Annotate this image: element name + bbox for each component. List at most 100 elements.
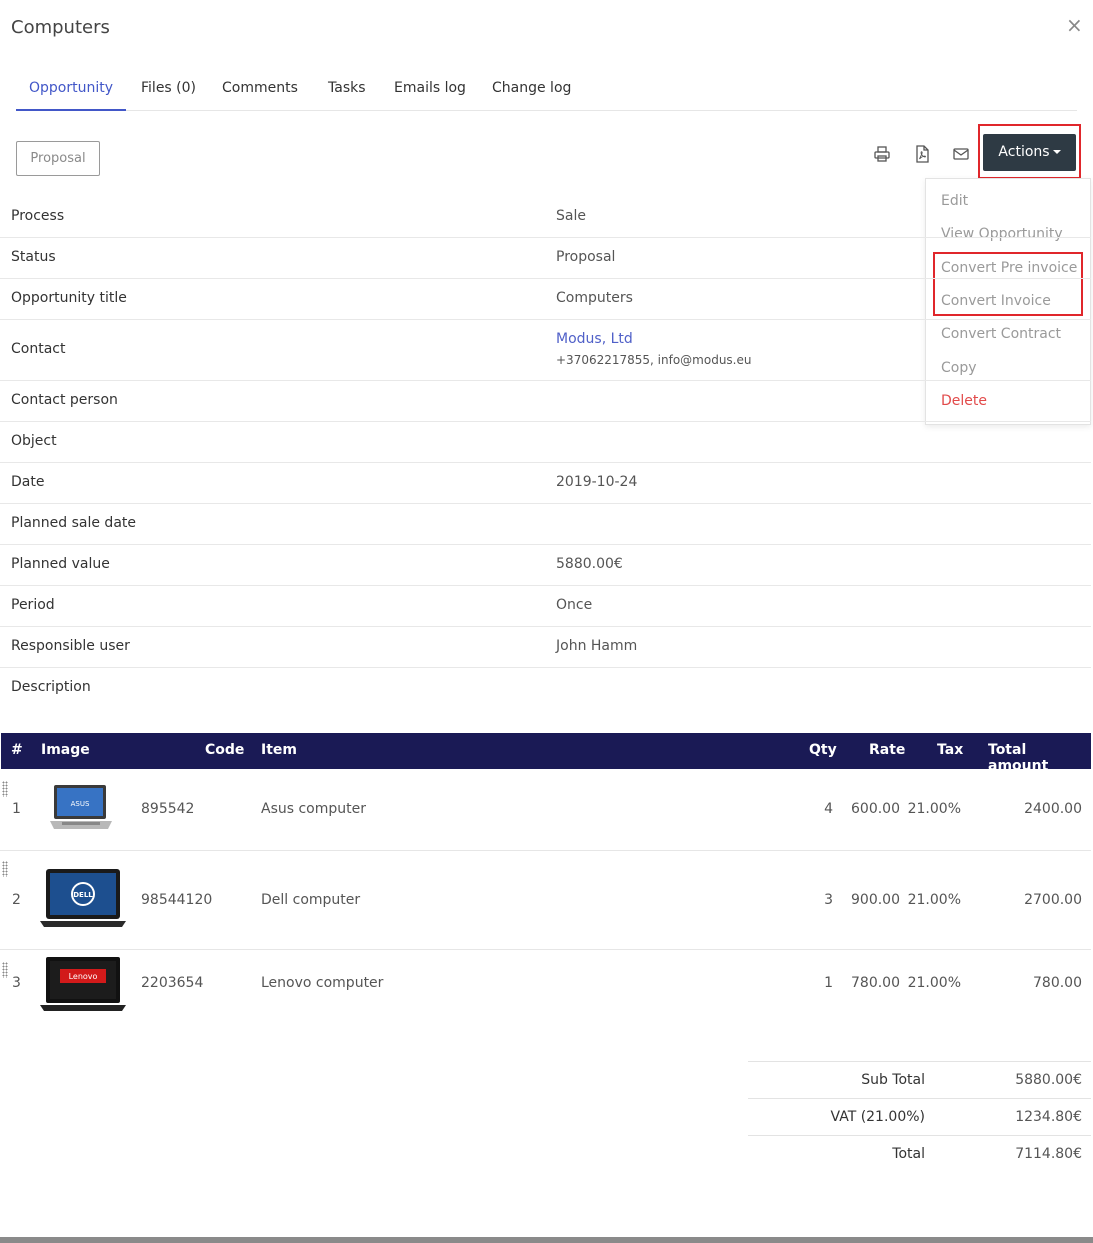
laptop-image-lenovo: Lenovo xyxy=(40,957,126,1011)
col-rate: Rate xyxy=(869,742,906,758)
col-qty: Qty xyxy=(809,742,837,758)
detail-row-contact-person: Contact person xyxy=(0,381,1091,422)
detail-label: Opportunity title xyxy=(11,290,127,306)
drag-handle-icon[interactable] xyxy=(2,962,8,978)
detail-row-title: Opportunity title Computers xyxy=(0,279,1091,320)
detail-label: Contact person xyxy=(11,392,118,408)
brand-logo: DELL xyxy=(73,891,93,899)
total-row: Total 7114.80€ xyxy=(748,1135,1091,1172)
detail-label: Description xyxy=(11,679,91,695)
table-row: 1 ASUS 895542 Asus computer 4 600.00 21.… xyxy=(0,769,1091,851)
row-num: 1 xyxy=(12,801,21,817)
detail-label: Date xyxy=(11,474,45,490)
drag-handle-icon[interactable] xyxy=(2,781,8,797)
stage-badge[interactable]: Proposal xyxy=(16,141,100,176)
row-item: Asus computer xyxy=(261,801,367,817)
detail-row-contact: Contact Modus, Ltd +37062217855, info@mo… xyxy=(0,320,1091,381)
tab-opportunity[interactable]: Opportunity xyxy=(16,68,126,111)
laptop-image-dell: DELL xyxy=(40,869,126,927)
tab-change-log[interactable]: Change log xyxy=(492,68,571,111)
detail-label: Contact xyxy=(11,341,66,357)
bottom-scrollbar[interactable] xyxy=(0,1237,1093,1243)
laptop-image-asus: ASUS xyxy=(50,785,112,829)
pdf-icon[interactable] xyxy=(912,144,932,164)
col-item: Item xyxy=(261,742,297,758)
detail-value: Once xyxy=(556,597,593,613)
row-item: Lenovo computer xyxy=(261,975,384,991)
vat-label: VAT (21.00%) xyxy=(830,1109,925,1125)
col-tax: Tax xyxy=(937,742,964,758)
detail-label: Status xyxy=(11,249,56,265)
brand-logo: Lenovo xyxy=(69,972,98,981)
row-tax: 21.00% xyxy=(907,892,961,908)
row-code: 98544120 xyxy=(141,892,213,908)
detail-label: Period xyxy=(11,597,55,613)
row-rate: 600.00 xyxy=(851,801,900,817)
detail-value: Sale xyxy=(556,208,586,224)
tab-tasks[interactable]: Tasks xyxy=(328,68,366,111)
detail-label: Planned sale date xyxy=(11,515,137,531)
detail-label: Object xyxy=(11,433,57,449)
print-icon[interactable] xyxy=(872,144,892,164)
subtotal-row: Sub Total 5880.00€ xyxy=(748,1061,1091,1098)
row-rate: 780.00 xyxy=(851,975,900,991)
detail-label: Planned value xyxy=(11,556,110,572)
row-tax: 21.00% xyxy=(907,975,961,991)
detail-row-planned-value: Planned value 5880.00€ xyxy=(0,545,1091,586)
detail-label: Responsible user xyxy=(11,638,130,654)
drag-handle-icon[interactable] xyxy=(2,861,8,877)
contact-details: +37062217855, info@modus.eu xyxy=(556,353,752,367)
actions-button[interactable]: Actions xyxy=(983,134,1076,171)
detail-row-object: Object xyxy=(0,422,1091,463)
modal-title: Computers xyxy=(11,17,110,38)
row-num: 3 xyxy=(12,975,21,991)
detail-row-period: Period Once xyxy=(0,586,1091,627)
detail-value: John Hamm xyxy=(556,638,638,654)
row-code: 895542 xyxy=(141,801,195,817)
actions-button-label: Actions xyxy=(998,144,1050,160)
col-num: # xyxy=(11,742,23,758)
row-tax: 21.00% xyxy=(907,801,961,817)
col-image: Image xyxy=(41,742,90,758)
contact-link[interactable]: Modus, Ltd xyxy=(556,331,633,347)
email-icon[interactable] xyxy=(951,144,971,164)
tab-emails-log[interactable]: Emails log xyxy=(394,68,466,111)
vat-value: 1234.80€ xyxy=(1015,1109,1082,1125)
detail-row-description: Description xyxy=(0,668,1091,709)
row-rate: 900.00 xyxy=(851,892,900,908)
tab-files[interactable]: Files (0) xyxy=(141,68,196,111)
subtotal-value: 5880.00€ xyxy=(1015,1072,1082,1088)
detail-row-process: Process Sale xyxy=(0,197,1091,238)
tab-bar: Opportunity Files (0) Comments Tasks Ema… xyxy=(16,68,1077,111)
total-value: 7114.80€ xyxy=(1015,1146,1082,1162)
table-row: 2 DELL 98544120 Dell computer 3 900.00 2… xyxy=(0,851,1091,950)
row-qty: 3 xyxy=(824,892,833,908)
row-qty: 4 xyxy=(824,801,833,817)
caret-down-icon xyxy=(1052,150,1061,154)
detail-row-status: Status Proposal xyxy=(0,238,1091,279)
row-total: 2700.00 xyxy=(1024,892,1082,908)
brand-logo: ASUS xyxy=(71,800,90,808)
detail-label: Process xyxy=(11,208,65,224)
row-item: Dell computer xyxy=(261,892,361,908)
tab-comments[interactable]: Comments xyxy=(222,68,298,111)
detail-row-date: Date 2019-10-24 xyxy=(0,463,1091,504)
total-label: Total xyxy=(892,1146,925,1162)
row-code: 2203654 xyxy=(141,975,204,991)
close-icon[interactable]: × xyxy=(1066,15,1083,35)
detail-row-planned-sale-date: Planned sale date xyxy=(0,504,1091,545)
table-row: 3 Lenovo 2203654 Lenovo computer 1 780.0… xyxy=(0,950,1091,1018)
row-total: 780.00 xyxy=(1033,975,1082,991)
detail-value: Proposal xyxy=(556,249,616,265)
row-total: 2400.00 xyxy=(1024,801,1082,817)
detail-value: Computers xyxy=(556,290,633,306)
row-qty: 1 xyxy=(824,975,833,991)
col-code: Code xyxy=(205,742,245,758)
detail-row-responsible-user: Responsible user John Hamm xyxy=(0,627,1091,668)
vat-row: VAT (21.00%) 1234.80€ xyxy=(748,1098,1091,1135)
row-num: 2 xyxy=(12,892,21,908)
items-table-header: # Image Code Item Qty Rate Tax Total amo… xyxy=(1,733,1091,774)
subtotal-label: Sub Total xyxy=(861,1072,925,1088)
detail-value: 2019-10-24 xyxy=(556,474,638,490)
detail-value: 5880.00€ xyxy=(556,556,623,572)
